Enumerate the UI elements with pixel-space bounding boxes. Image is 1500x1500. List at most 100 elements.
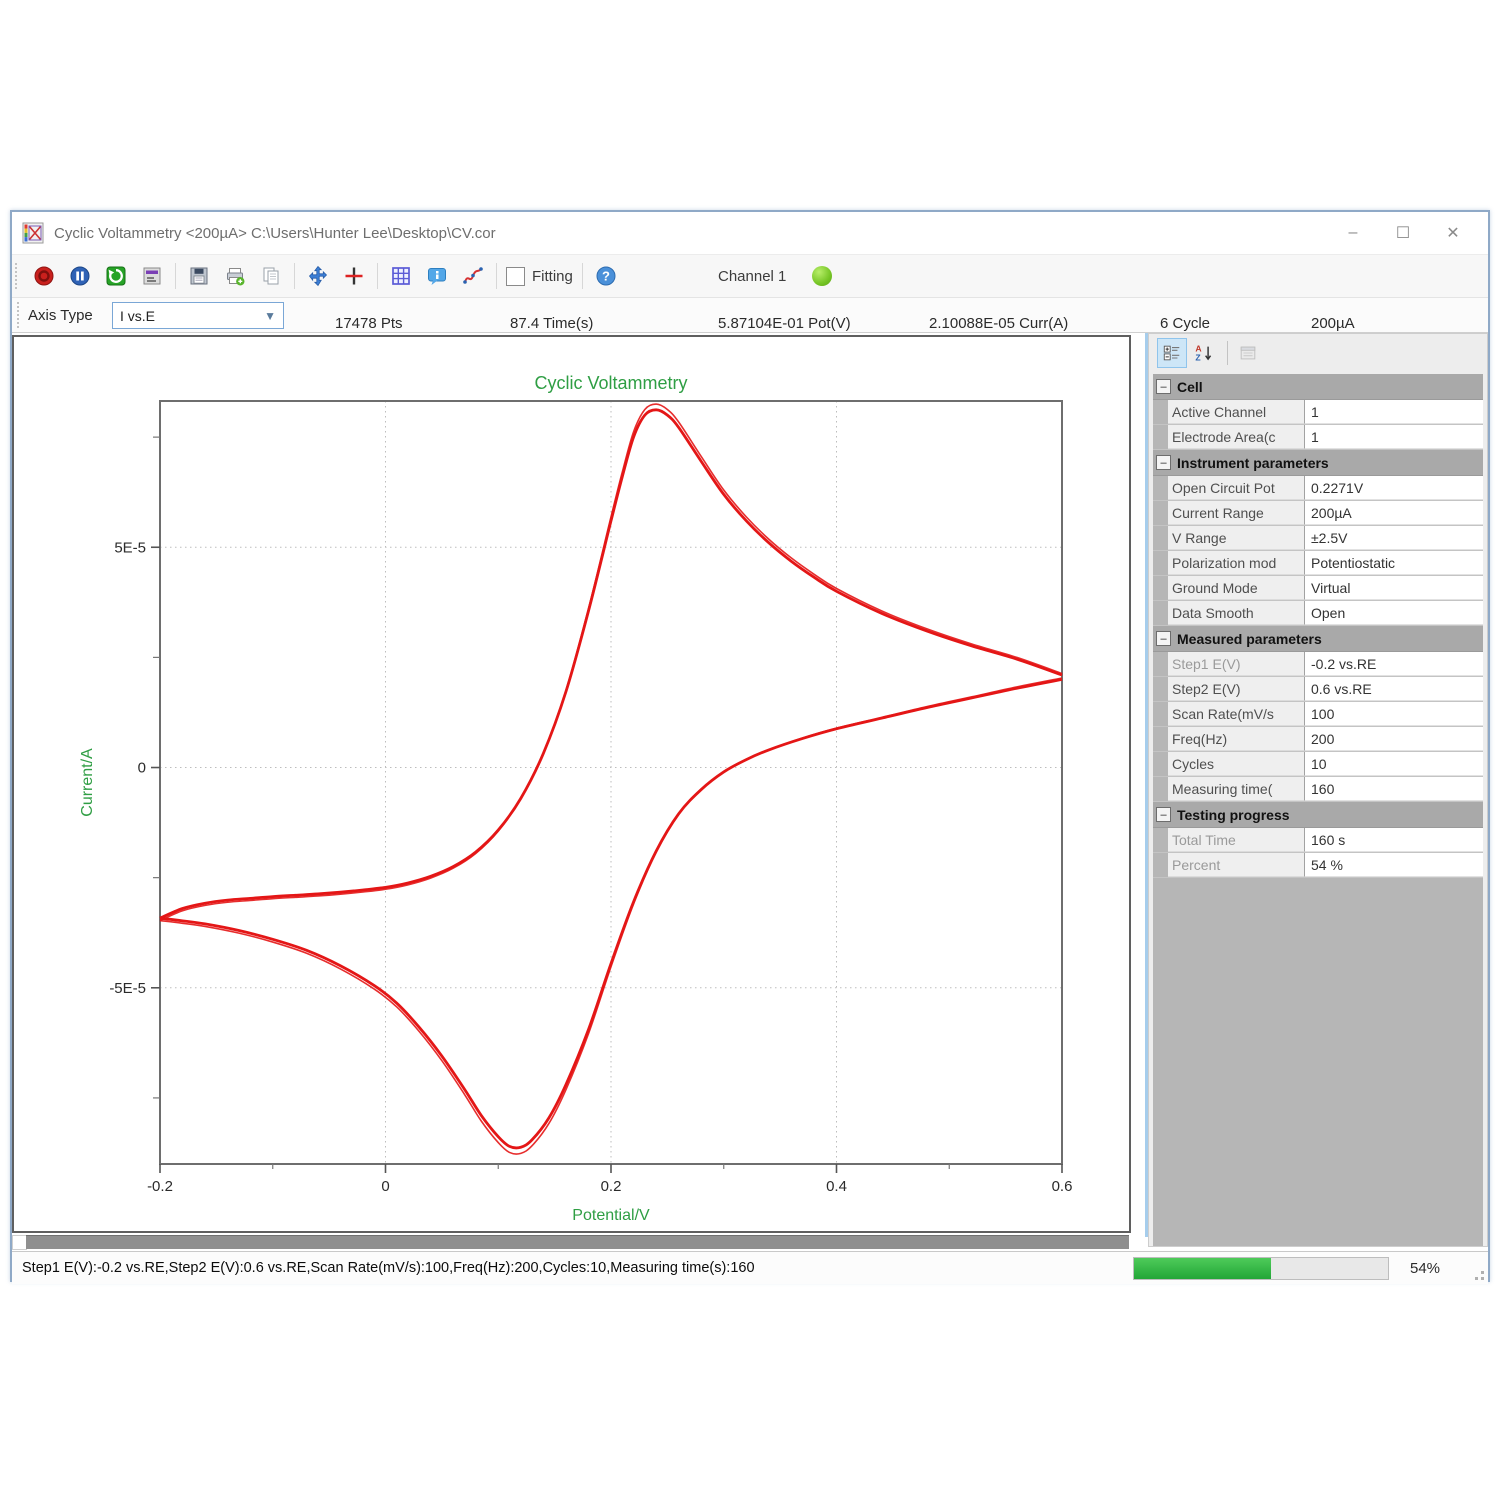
progress-bar-fill (1134, 1258, 1271, 1279)
property-row-active-channel[interactable]: Active Channel1 (1153, 400, 1483, 425)
close-button[interactable]: ✕ (1428, 212, 1478, 254)
x-tick-label: 0.4 (826, 1178, 847, 1195)
property-row-ground-mode[interactable]: Ground ModeVirtual (1153, 576, 1483, 601)
property-value[interactable]: 10 (1305, 752, 1483, 776)
toolbar-separator (377, 263, 378, 289)
property-row-current-range[interactable]: Current Range200µA (1153, 501, 1483, 526)
save-icon (188, 265, 210, 287)
minimize-button[interactable]: – (1328, 212, 1378, 254)
property-row-percent[interactable]: Percent54 % (1153, 853, 1483, 878)
property-name: Open Circuit Pot (1168, 476, 1305, 500)
property-row-freq-hz-[interactable]: Freq(Hz)200 (1153, 727, 1483, 752)
grid-button[interactable] (385, 260, 417, 292)
save-button[interactable] (183, 260, 215, 292)
status-bar: Step1 E(V):-0.2 vs.RE,Step2 E(V):0.6 vs.… (12, 1251, 1488, 1284)
alphabetical-button[interactable]: AZ (1190, 339, 1218, 367)
property-name: Scan Rate(mV/s (1168, 702, 1305, 726)
y-tick-label: 0 (138, 760, 146, 777)
section-header-measured-parameters[interactable]: –Measured parameters (1153, 626, 1483, 652)
collapse-icon[interactable]: – (1156, 379, 1171, 394)
row-margin (1153, 476, 1168, 500)
crosshair-icon (343, 265, 365, 287)
property-name: Current Range (1168, 501, 1305, 525)
setup-button[interactable] (136, 260, 168, 292)
crosshair-button[interactable] (338, 260, 370, 292)
section-header-cell[interactable]: –Cell (1153, 374, 1483, 400)
property-name: Total Time (1168, 828, 1305, 852)
help-button[interactable]: ? (590, 260, 622, 292)
y-tick-label: -5E-5 (109, 980, 146, 997)
property-row-step2-e-v-[interactable]: Step2 E(V)0.6 vs.RE (1153, 677, 1483, 702)
property-row-polarization-mod[interactable]: Polarization modPotentiostatic (1153, 551, 1483, 576)
property-value[interactable]: 1 (1305, 425, 1483, 449)
property-value[interactable]: Open (1305, 601, 1483, 625)
stat-pts: 17478 Pts (335, 315, 403, 332)
property-value[interactable]: 160 (1305, 777, 1483, 801)
collapse-icon[interactable]: – (1156, 807, 1171, 822)
svg-text:?: ? (602, 269, 610, 284)
axis-type-label: Axis Type (28, 307, 93, 324)
row-margin (1153, 828, 1168, 852)
cv-chart-canvas[interactable]: -0.200.20.40.65E-50-5E-5Cyclic Voltammet… (12, 335, 1131, 1233)
property-row-electrode-area-c[interactable]: Electrode Area(c1 (1153, 425, 1483, 450)
pause-button[interactable] (64, 260, 96, 292)
fitting-toggle[interactable]: Fitting (506, 267, 573, 286)
property-value[interactable]: Potentiostatic (1305, 551, 1483, 575)
tooltip-button[interactable] (421, 260, 453, 292)
pan-button[interactable] (302, 260, 334, 292)
property-value[interactable]: 160 s (1305, 828, 1483, 852)
property-row-measuring-time-[interactable]: Measuring time(160 (1153, 777, 1483, 802)
panel-splitter[interactable] (1139, 333, 1148, 1237)
status-parameters-text: Step1 E(V):-0.2 vs.RE,Step2 E(V):0.6 vs.… (22, 1260, 755, 1276)
main-area: -0.200.20.40.65E-50-5E-5Cyclic Voltammet… (12, 333, 1488, 1251)
property-row-step1-e-v-[interactable]: Step1 E(V)-0.2 vs.RE (1153, 652, 1483, 677)
copy-button[interactable] (255, 260, 287, 292)
row-margin (1153, 677, 1168, 701)
property-row-total-time[interactable]: Total Time160 s (1153, 828, 1483, 853)
property-value[interactable]: ±2.5V (1305, 526, 1483, 550)
print-button[interactable] (219, 260, 251, 292)
curve-button[interactable] (457, 260, 489, 292)
progress-bar (1133, 1257, 1389, 1280)
maximize-button[interactable]: ☐ (1378, 212, 1428, 254)
property-row-data-smooth[interactable]: Data SmoothOpen (1153, 601, 1483, 626)
collapse-icon[interactable]: – (1156, 631, 1171, 646)
horizontal-scrollbar[interactable] (26, 1235, 1129, 1249)
toolbar-separator (294, 263, 295, 289)
x-tick-label: 0.2 (601, 1178, 622, 1195)
categorized-button[interactable] (1157, 338, 1187, 368)
row-margin (1153, 576, 1168, 600)
fitting-checkbox[interactable] (506, 267, 525, 286)
property-value[interactable]: 100 (1305, 702, 1483, 726)
property-name: Step2 E(V) (1168, 677, 1305, 701)
property-toolbar: AZ (1149, 334, 1487, 372)
section-header-instrument-parameters[interactable]: –Instrument parameters (1153, 450, 1483, 476)
pause-icon (69, 265, 91, 287)
property-value[interactable]: 54 % (1305, 853, 1483, 877)
property-row-scan-rate-mv-s[interactable]: Scan Rate(mV/s100 (1153, 702, 1483, 727)
app-window: Cyclic Voltammetry <200µA> C:\Users\Hunt… (10, 210, 1490, 1282)
collapse-icon[interactable]: – (1156, 455, 1171, 470)
scroll-corner (12, 1235, 27, 1250)
property-value[interactable]: Virtual (1305, 576, 1483, 600)
property-value[interactable]: 200 (1305, 727, 1483, 751)
section-title: Measured parameters (1177, 631, 1322, 647)
row-margin (1153, 501, 1168, 525)
property-value[interactable]: -0.2 vs.RE (1305, 652, 1483, 676)
section-header-testing-progress[interactable]: –Testing progress (1153, 802, 1483, 828)
property-row-v-range[interactable]: V Range±2.5V (1153, 526, 1483, 551)
property-value[interactable]: 1 (1305, 400, 1483, 424)
resize-grip-icon[interactable] (1472, 1268, 1484, 1280)
record-button[interactable] (28, 260, 60, 292)
property-value[interactable]: 0.6 vs.RE (1305, 677, 1483, 701)
property-value[interactable]: 0.2271V (1305, 476, 1483, 500)
progress-percent: 54% (1410, 1252, 1440, 1284)
svg-text:Z: Z (1195, 352, 1201, 362)
axis-type-dropdown[interactable]: I vs.E ▼ (112, 302, 284, 329)
property-row-open-circuit-pot[interactable]: Open Circuit Pot0.2271V (1153, 476, 1483, 501)
run-button[interactable] (100, 260, 132, 292)
axis-type-bar: Axis Type I vs.E ▼ 17478 Pts87.4 Time(s)… (12, 297, 1488, 333)
toolbar-separator (175, 263, 176, 289)
property-value[interactable]: 200µA (1305, 501, 1483, 525)
property-row-cycles[interactable]: Cycles10 (1153, 752, 1483, 777)
